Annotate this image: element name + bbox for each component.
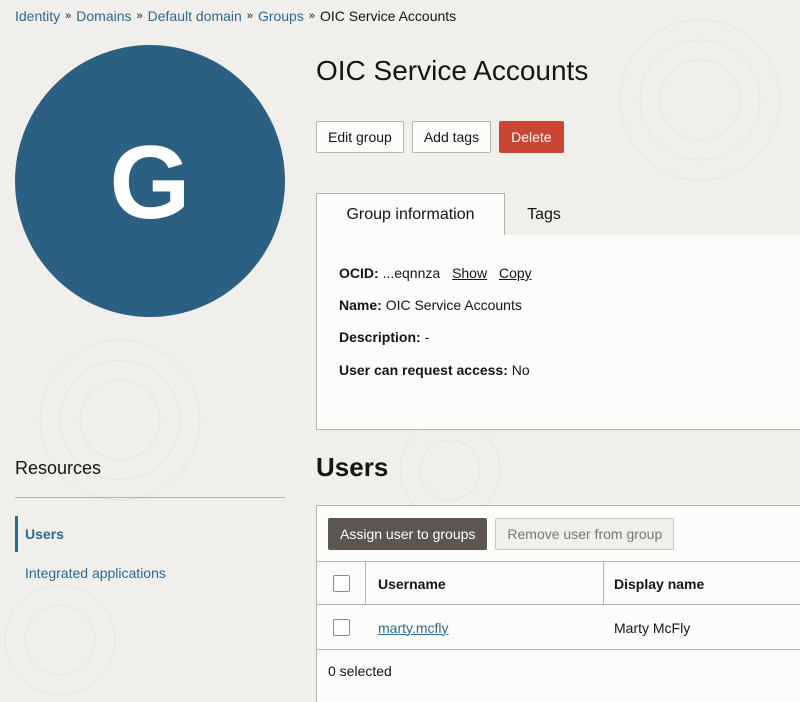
breadcrumb: Identity » Domains » Default domain » Gr…	[15, 8, 456, 24]
breadcrumb-separator: »	[308, 10, 315, 22]
ocid-copy-link[interactable]: Copy	[499, 265, 532, 281]
breadcrumb-current: OIC Service Accounts	[319, 8, 457, 24]
breadcrumb-separator: »	[136, 10, 143, 22]
row-select-cell	[333, 605, 350, 650]
breadcrumb-separator: »	[246, 10, 253, 22]
selected-count: 0 selected	[328, 663, 392, 679]
users-table: Username Display name marty.mcfly Marty …	[317, 561, 800, 650]
name-label: Name:	[339, 297, 382, 313]
description-label: Description:	[339, 329, 421, 345]
resources-heading: Resources	[15, 458, 102, 478]
avatar-letter: G	[109, 125, 191, 241]
breadcrumb-link-domains[interactable]: Domains	[76, 8, 131, 24]
delete-button[interactable]: Delete	[499, 121, 564, 153]
action-bar: Edit group Add tags Delete	[316, 121, 564, 153]
page-title: OIC Service Accounts	[316, 55, 589, 86]
resource-item-integrated-applications[interactable]: Integrated applications	[15, 555, 166, 591]
select-all-cell	[333, 562, 350, 605]
column-header-display-name[interactable]: Display name	[614, 562, 704, 605]
breadcrumb-link-groups[interactable]: Groups	[258, 8, 304, 24]
request-access-row: User can request access: No	[339, 362, 530, 378]
resource-item-users[interactable]: Users	[15, 516, 64, 552]
users-toolbar: Assign user to groups Remove user from g…	[328, 518, 675, 550]
select-all-checkbox[interactable]	[333, 575, 350, 592]
assign-user-button[interactable]: Assign user to groups	[328, 518, 488, 550]
users-heading: Users	[316, 452, 389, 482]
tab-tags[interactable]: Tags	[505, 193, 583, 236]
group-avatar: G	[15, 45, 285, 317]
table-row: marty.mcfly Marty McFly	[317, 605, 800, 650]
description-value: -	[424, 329, 430, 345]
resources-divider	[15, 497, 285, 498]
request-access-label: User can request access:	[339, 362, 508, 378]
ocid-label: OCID:	[339, 265, 379, 281]
remove-user-button[interactable]: Remove user from group	[495, 518, 675, 550]
username-link[interactable]: marty.mcfly	[378, 620, 449, 636]
ocid-value: ...eqnnza	[382, 265, 441, 281]
breadcrumb-link-identity[interactable]: Identity	[15, 8, 60, 24]
request-access-value: No	[511, 362, 530, 378]
detail-tabs: Group information Tags	[316, 193, 800, 236]
column-header-username[interactable]: Username	[378, 562, 446, 605]
row-checkbox[interactable]	[333, 619, 350, 636]
table-header: Username Display name	[317, 561, 800, 605]
description-row: Description: -	[339, 329, 429, 345]
display-name-cell: Marty McFly	[614, 619, 691, 636]
name-row: Name: OIC Service Accounts	[339, 297, 522, 313]
ocid-row: OCID: ...eqnnza Show Copy	[339, 265, 532, 281]
username-cell: marty.mcfly	[378, 605, 449, 650]
edit-group-button[interactable]: Edit group	[316, 121, 404, 153]
breadcrumb-link-default-domain[interactable]: Default domain	[148, 8, 242, 24]
column-divider	[603, 562, 604, 605]
add-tags-button[interactable]: Add tags	[411, 121, 492, 153]
ocid-show-link[interactable]: Show	[452, 265, 487, 281]
tab-group-information[interactable]: Group information	[316, 193, 505, 236]
breadcrumb-separator: »	[65, 10, 72, 22]
name-value: OIC Service Accounts	[385, 297, 522, 313]
column-divider	[365, 562, 366, 605]
users-panel: Assign user to groups Remove user from g…	[316, 505, 800, 702]
group-information-panel: OCID: ...eqnnza Show Copy Name: OIC Serv…	[316, 235, 800, 430]
